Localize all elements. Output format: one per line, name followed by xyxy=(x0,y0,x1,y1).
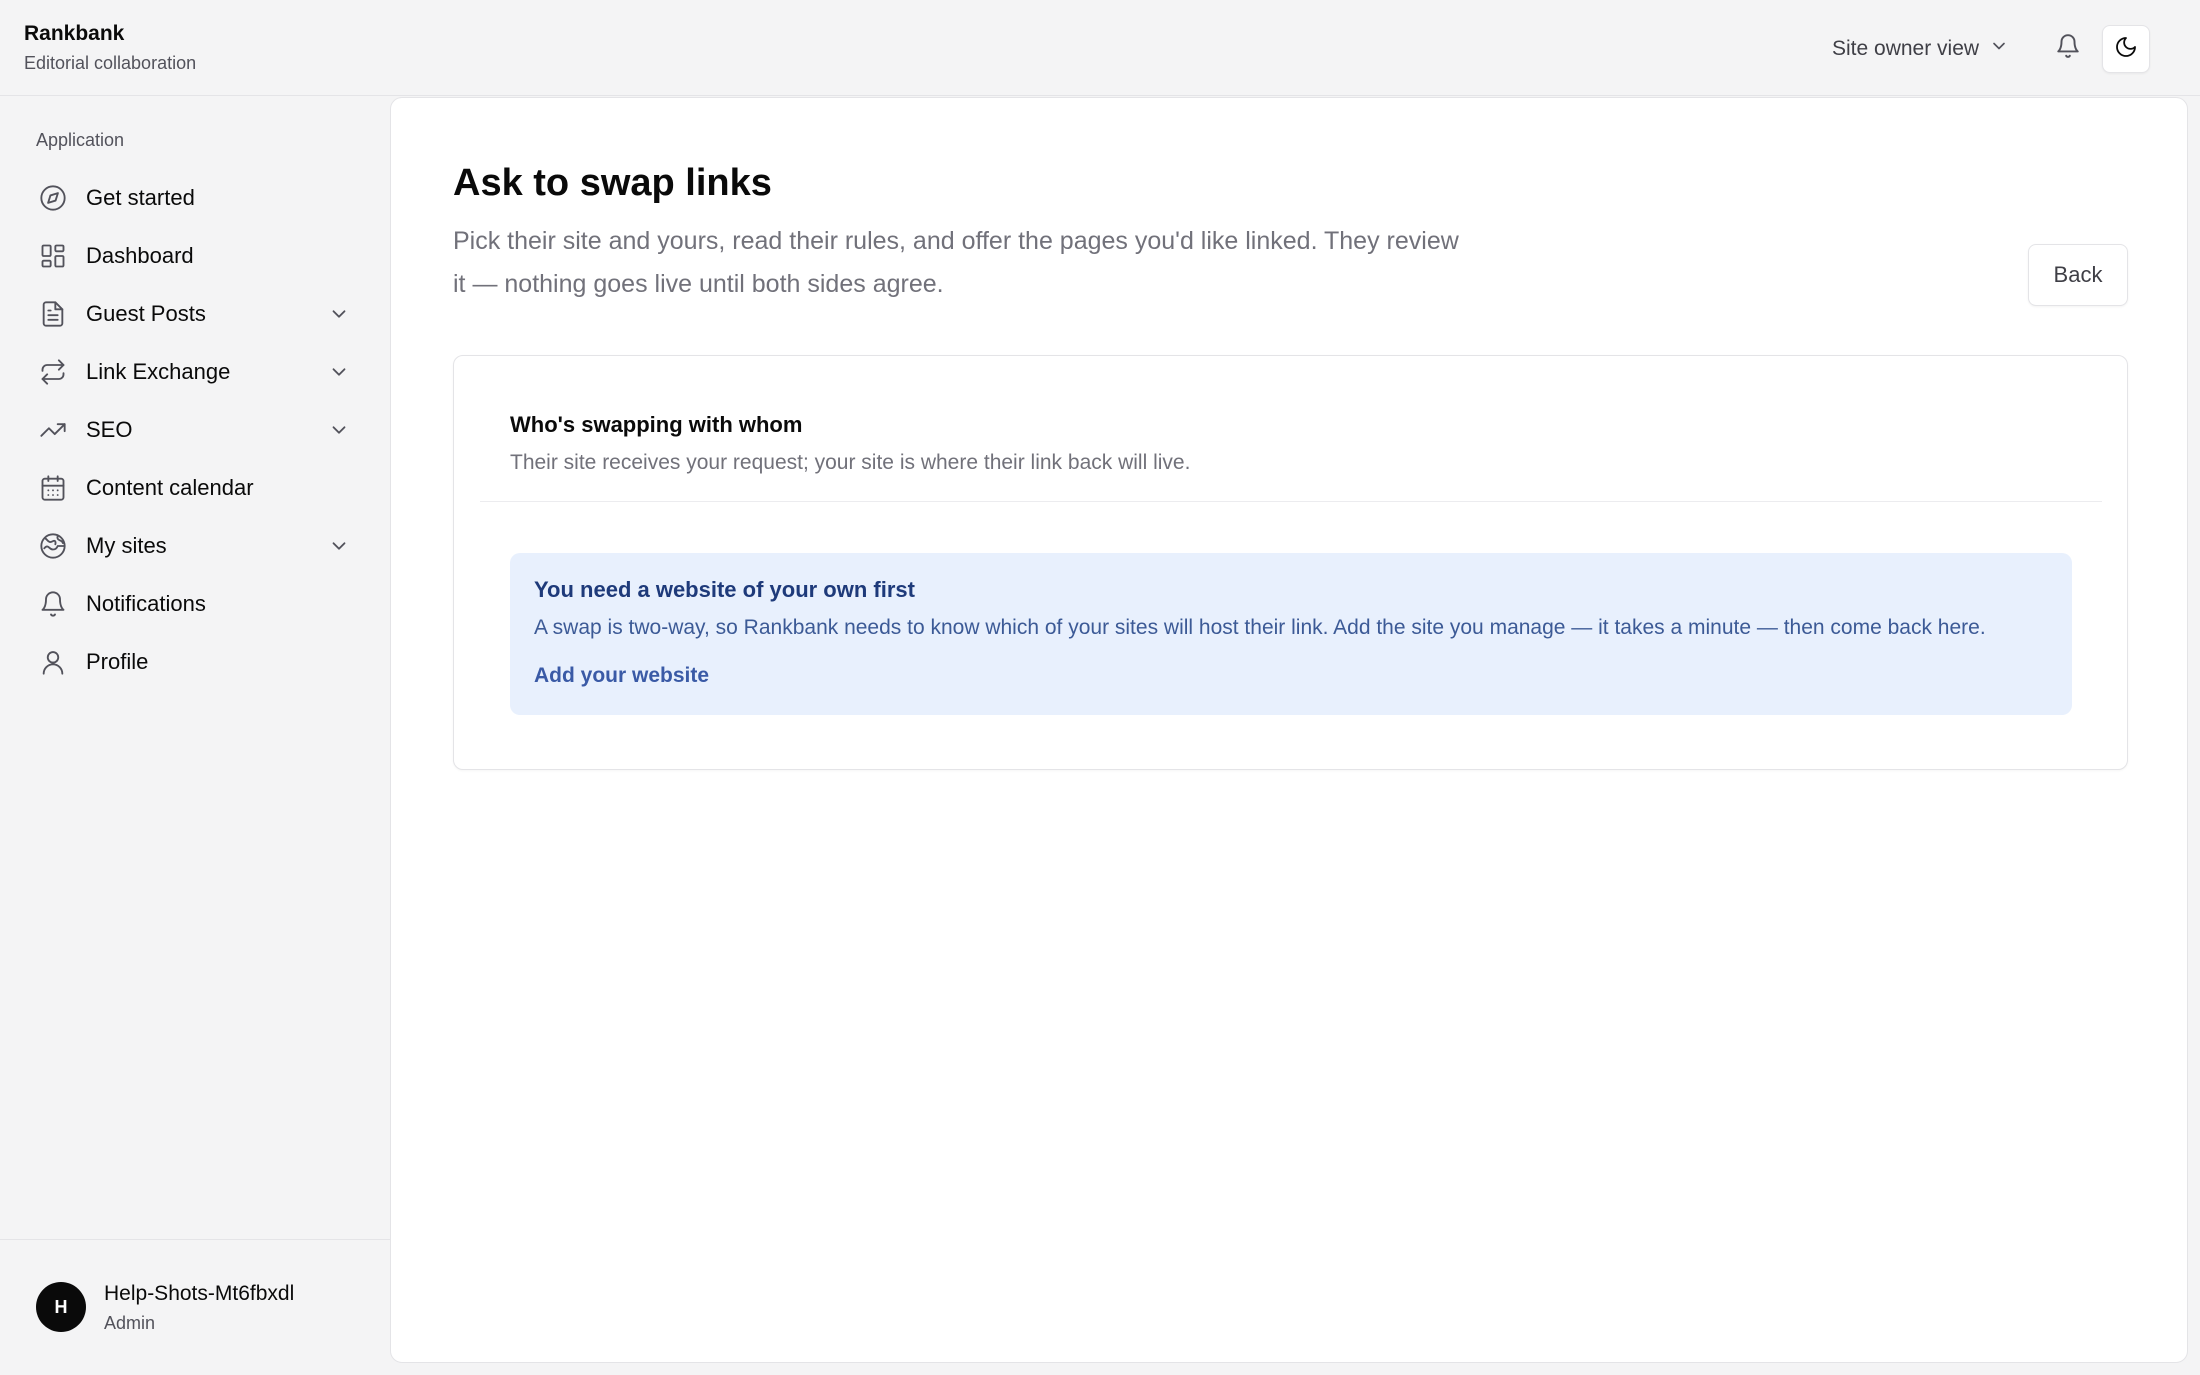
avatar: H xyxy=(36,1282,86,1332)
brand-subtitle: Editorial collaboration xyxy=(24,53,197,73)
brand[interactable]: Rankbank Editorial collaboration xyxy=(24,22,196,74)
chevron-down-icon xyxy=(328,361,350,383)
sidebar-item-label: Content calendar xyxy=(86,475,254,500)
user-profile-footer[interactable]: H Help-Shots-Mt6fbxdl Admin xyxy=(0,1239,390,1375)
sidebar-item-label: Notifications xyxy=(86,591,206,616)
card-title: Who's swapping with whom xyxy=(510,412,803,437)
sidebar-item-label: My sites xyxy=(86,533,167,558)
sidebar-item-my-sites[interactable]: My sites xyxy=(24,517,366,575)
globe-icon xyxy=(38,531,68,561)
swap-parties-card: Who's swapping with whom Their site rece… xyxy=(453,355,2128,770)
sidebar-item-label: Dashboard xyxy=(86,243,194,268)
sidebar-item-label: Link Exchange xyxy=(86,359,231,384)
moon-icon xyxy=(2114,35,2138,64)
chevron-down-icon xyxy=(328,303,350,325)
swap-arrows-icon xyxy=(38,357,68,387)
view-switcher-label: Site owner view xyxy=(1832,37,1980,60)
sidebar-group-label: Application xyxy=(36,130,125,150)
dashboard-grid-icon xyxy=(38,241,68,271)
sidebar-item-label: Get started xyxy=(86,185,195,210)
user-icon xyxy=(38,647,68,677)
sidebar-item-label: SEO xyxy=(86,417,133,442)
sidebar-item-link-exchange[interactable]: Link Exchange xyxy=(24,343,366,401)
sidebar-item-dashboard[interactable]: Dashboard xyxy=(24,227,366,285)
chevron-down-icon xyxy=(328,419,350,441)
sidebar-nav: Get started Dashboard Guest Posts Link E… xyxy=(24,169,366,691)
sidebar-item-profile[interactable]: Profile xyxy=(24,633,366,691)
sidebar-item-seo[interactable]: SEO xyxy=(24,401,366,459)
info-notice: You need a website of your own first A s… xyxy=(510,553,2072,715)
bell-icon xyxy=(2055,33,2081,64)
sidebar-item-guest-posts[interactable]: Guest Posts xyxy=(24,285,366,343)
card-subtitle: Their site receives your request; your s… xyxy=(510,451,1191,474)
sidebar-item-content-calendar[interactable]: Content calendar xyxy=(24,459,366,517)
brand-name: Rankbank xyxy=(24,22,125,45)
trending-up-icon xyxy=(38,415,68,445)
bell-icon xyxy=(38,589,68,619)
chevron-down-icon xyxy=(328,535,350,557)
theme-toggle-button[interactable] xyxy=(2102,25,2150,73)
compass-icon xyxy=(38,183,68,213)
sidebar-item-label: Guest Posts xyxy=(86,301,206,326)
sidebar-item-label: Profile xyxy=(86,649,149,674)
notifications-button[interactable] xyxy=(2050,28,2086,68)
notice-body: A swap is two-way, so Rankbank needs to … xyxy=(534,616,1986,639)
back-button[interactable]: Back xyxy=(2028,244,2128,306)
notice-title: You need a website of your own first xyxy=(534,577,915,602)
add-website-link[interactable]: Add your website xyxy=(534,664,709,688)
sidebar-item-get-started[interactable]: Get started xyxy=(24,169,366,227)
document-icon xyxy=(38,299,68,329)
page-description: Pick their site and yours, read their ru… xyxy=(453,227,1459,298)
user-role: Admin xyxy=(104,1313,156,1333)
main-content: Ask to swap links Pick their site and yo… xyxy=(390,97,2188,1363)
page-title: Ask to swap links xyxy=(453,162,772,204)
top-bar: Rankbank Editorial collaboration Site ow… xyxy=(0,0,2200,96)
sidebar: Application Get started Dashboard Guest … xyxy=(0,97,390,1375)
view-switcher-dropdown[interactable]: Site owner view xyxy=(1832,30,2009,68)
divider xyxy=(480,501,2102,502)
calendar-icon xyxy=(38,473,68,503)
sidebar-item-notifications[interactable]: Notifications xyxy=(24,575,366,633)
user-name: Help-Shots-Mt6fbxdl xyxy=(104,1282,295,1305)
chevron-down-icon xyxy=(1989,36,2009,62)
